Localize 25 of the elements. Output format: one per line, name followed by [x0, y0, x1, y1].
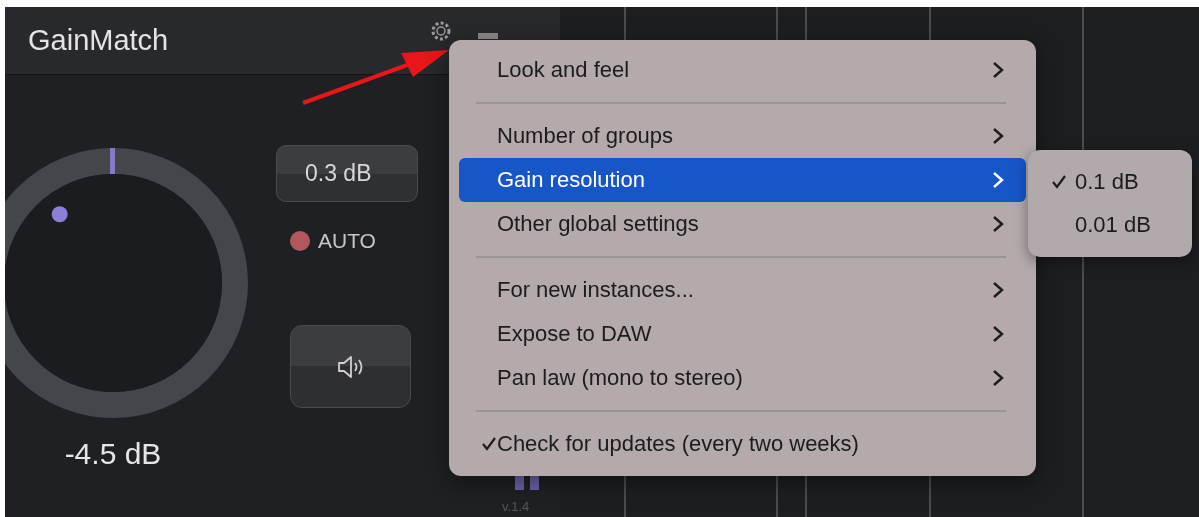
menu-item[interactable]: For new instances... — [459, 268, 1026, 312]
menu-item[interactable]: Other global settings — [459, 202, 1026, 246]
menu-item[interactable]: Number of groups — [459, 114, 1026, 158]
chevron-right-icon — [992, 281, 1004, 299]
chevron-right-icon — [992, 215, 1004, 233]
menu-item[interactable]: Expose to DAW — [459, 312, 1026, 356]
chevron-right-icon — [992, 369, 1004, 387]
menu-item[interactable]: 0.1 dB — [1028, 160, 1192, 204]
menu-item[interactable]: Pan law (mono to stereo) — [459, 356, 1026, 400]
chevron-right-icon — [992, 127, 1004, 145]
menu-item[interactable]: Check for updates (every two weeks) — [459, 422, 1026, 466]
auto-label: AUTO — [318, 229, 376, 253]
menu-item[interactable]: Look and feel — [459, 48, 1026, 92]
offset-button[interactable]: 0.3 dB — [276, 145, 418, 202]
gain-readout: -4.5 dB — [64, 437, 162, 471]
checkmark-icon — [1052, 175, 1066, 189]
chevron-right-icon — [992, 325, 1004, 343]
plugin-title: GainMatch — [28, 24, 169, 57]
minimize-icon[interactable] — [478, 32, 499, 39]
menu-item[interactable]: 0.01 dB — [1028, 203, 1192, 247]
checkmark-icon — [482, 437, 496, 451]
chevron-right-icon — [992, 171, 1004, 189]
chevron-right-icon — [992, 61, 1004, 79]
status-light[interactable] — [290, 231, 310, 251]
menu-item[interactable]: Gain resolution — [459, 158, 1026, 202]
